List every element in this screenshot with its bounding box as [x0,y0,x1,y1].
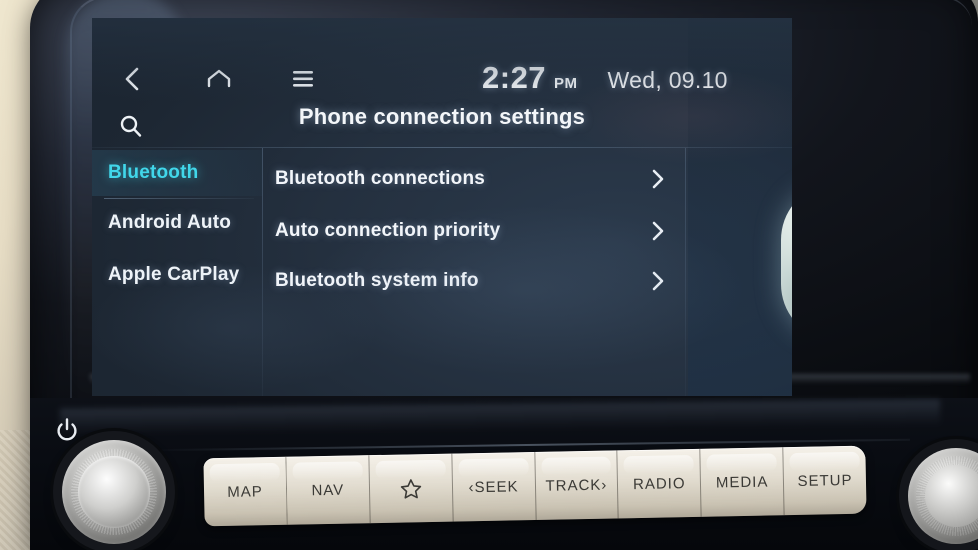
hardware-button-nav[interactable]: NAV [286,455,371,525]
sidebar-item-android-auto[interactable]: Android Auto [92,200,262,246]
chevron-right-icon [650,270,666,292]
button-gloss [292,461,363,481]
button-gloss [623,454,695,475]
hardware-button-label: NAV [311,481,345,499]
list-item-label: Bluetooth connections [275,168,486,189]
star-icon [400,478,422,499]
bluetooth-logo-panel [781,188,792,336]
sidebar-item-label: Bluetooth [108,162,199,183]
hardware-button-strip: MAP NAV ‹SEEK TRACK› RADIO MEDIA SETUP [203,445,867,527]
home-icon[interactable] [204,64,234,94]
hardware-button-label: MEDIA [715,473,769,492]
button-gloss [375,459,446,480]
list-item-bluetooth-connections[interactable]: Bluetooth connections [262,154,688,204]
hardware-button-map[interactable]: MAP [203,456,288,527]
sidebar-item-label: Apple CarPlay [108,264,240,285]
hardware-button-label: RADIO [632,474,686,493]
chevron-right-icon [650,220,666,242]
bluetooth-logo-icon [781,188,792,336]
infotainment-screenshot: 2:27 PM Wed, 09.10 Phone connection sett… [0,0,978,550]
sidebar-item-bluetooth[interactable]: Bluetooth [92,150,262,196]
sidebar-divider [104,198,254,199]
hardware-button-track[interactable]: TRACK› [534,450,620,520]
lcd-screen: 2:27 PM Wed, 09.10 Phone connection sett… [92,18,792,396]
list-vertical-divider [685,148,686,396]
button-gloss [209,462,280,483]
hardware-button-label: SETUP [797,471,853,490]
button-gloss [540,456,612,476]
knob-cap [78,456,150,528]
sidebar-item-apple-carplay[interactable]: Apple CarPlay [92,252,262,298]
power-icon[interactable] [56,418,78,442]
button-gloss [789,451,860,472]
back-icon[interactable] [118,64,148,94]
chevron-right-icon [650,168,666,190]
hardware-button-label: TRACK› [545,476,608,495]
settings-list: Bluetooth connections Auto connection pr… [262,148,688,396]
clock: 2:27 PM Wed, 09.10 [482,60,728,96]
hardware-button-label: ‹SEEK [468,477,519,496]
volume-power-knob[interactable] [62,440,166,544]
hardware-button-favorites[interactable] [369,453,454,524]
hardware-button-radio[interactable]: RADIO [617,448,702,519]
sidebar-item-label: Android Auto [108,212,232,233]
hamburger-menu-icon[interactable] [288,64,318,94]
button-gloss [458,458,529,478]
list-item-bluetooth-system-info[interactable]: Bluetooth system info [262,256,688,306]
clock-time: 2:27 [482,60,547,95]
sidebar: Bluetooth Android Auto Apple CarPlay [92,148,262,396]
knob-cap [925,465,978,527]
hardware-button-seek[interactable]: ‹SEEK [451,451,537,522]
hardware-button-setup[interactable]: SETUP [783,445,867,516]
list-item-label: Bluetooth system info [275,270,479,291]
button-gloss [706,453,777,473]
page-title: Phone connection settings [298,104,586,129]
list-item-auto-connection-priority[interactable]: Auto connection priority [262,206,688,256]
hardware-button-label: MAP [227,482,263,501]
status-bar: 2:27 PM Wed, 09.10 [92,18,792,137]
clock-date: Wed, 09.10 [607,67,728,93]
clock-ampm: PM [554,75,578,92]
hardware-button-media[interactable]: MEDIA [700,447,785,517]
list-item-label: Auto connection priority [275,220,501,241]
